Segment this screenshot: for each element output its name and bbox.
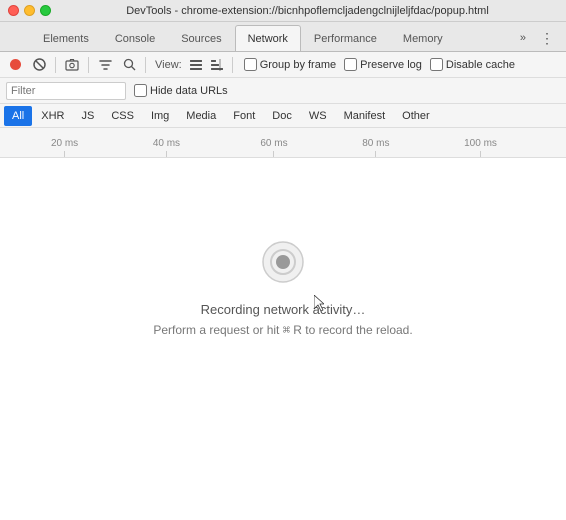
type-tabs: All XHR JS CSS Img Media Font Doc WS Man… [0,104,566,128]
type-tab-manifest[interactable]: Manifest [336,106,394,126]
filter-bar: Hide data URLs [0,78,566,104]
tab-sources[interactable]: Sources [168,25,234,51]
separator-2 [88,57,89,73]
hint-suffix: to record the reload. [302,323,413,337]
recording-hint: Perform a request or hit ⌘ R to record t… [153,323,412,337]
type-tab-media[interactable]: Media [178,106,224,126]
search-button[interactable] [118,54,140,76]
view-icons [186,55,227,75]
type-tab-img[interactable]: Img [143,106,177,126]
timeline-header: 20 ms 40 ms 60 ms 80 ms 100 ms [0,128,566,158]
list-view-button[interactable] [186,55,206,75]
group-by-frame-label: Group by frame [260,59,336,71]
tick-40ms: 40 ms [153,138,180,157]
disable-cache-label: Disable cache [446,59,515,71]
timeline-bar: 20 ms 40 ms 60 ms 80 ms 100 ms [0,128,566,157]
type-tab-all[interactable]: All [4,106,32,126]
view-label: View: [155,59,182,71]
hint-prefix: Perform a request or hit [153,323,282,337]
hide-data-urls-text: Hide data URLs [150,85,228,97]
main-content: Recording network activity… Perform a re… [0,158,566,520]
recording-icon [259,238,307,286]
tab-memory[interactable]: Memory [390,25,456,51]
devtools-menu-button[interactable]: ⋮ [536,27,558,49]
group-by-frame-checkbox[interactable] [244,58,257,71]
group-by-frame-checkbox-group: Group by frame [244,58,336,71]
tab-overflow: » ⋮ [512,25,566,51]
recording-text: Recording network activity… [201,302,366,317]
toolbar: View: Group by frame Preserve [0,52,566,78]
window-title: DevTools - chrome-extension://bicnhpofle… [57,5,558,17]
tick-20ms: 20 ms [51,138,78,157]
tab-performance[interactable]: Performance [301,25,390,51]
minimize-button[interactable] [24,5,35,16]
tab-console[interactable]: Console [102,25,168,51]
hide-data-urls-label[interactable]: Hide data URLs [134,84,228,97]
tab-elements[interactable]: Elements [30,25,102,51]
type-tab-css[interactable]: CSS [103,106,142,126]
waterfall-view-button[interactable] [207,55,227,75]
maximize-button[interactable] [40,5,51,16]
separator-4 [232,57,233,73]
traffic-lights [8,5,51,16]
separator-3 [145,57,146,73]
tab-bar: Elements Console Sources Network Perform… [0,22,566,52]
hide-data-urls-checkbox[interactable] [134,84,147,97]
screenshot-button[interactable] [61,54,83,76]
type-tab-ws[interactable]: WS [301,106,335,126]
disable-cache-checkbox[interactable] [430,58,443,71]
filter-input-wrap [6,82,126,100]
title-bar: DevTools - chrome-extension://bicnhpofle… [0,0,566,22]
close-button[interactable] [8,5,19,16]
type-tab-xhr[interactable]: XHR [33,106,72,126]
type-tab-doc[interactable]: Doc [264,106,300,126]
tick-80ms: 80 ms [362,138,389,157]
separator-1 [55,57,56,73]
preserve-log-checkbox-group: Preserve log [344,58,422,71]
cmd-key: ⌘ [283,323,290,337]
tab-network[interactable]: Network [235,25,301,51]
hint-r: R [290,323,302,337]
preserve-log-checkbox[interactable] [344,58,357,71]
type-tab-js[interactable]: JS [73,106,102,126]
filter-input[interactable] [6,82,126,100]
clear-button[interactable] [28,54,50,76]
preserve-log-label: Preserve log [360,59,422,71]
type-tab-other[interactable]: Other [394,106,438,126]
disable-cache-checkbox-group: Disable cache [430,58,515,71]
tick-100ms: 100 ms [464,138,497,157]
more-tabs-button[interactable]: » [512,25,534,51]
type-tab-font[interactable]: Font [225,106,263,126]
record-button[interactable] [4,54,26,76]
filter-button[interactable] [94,54,116,76]
tick-60ms: 60 ms [260,138,287,157]
